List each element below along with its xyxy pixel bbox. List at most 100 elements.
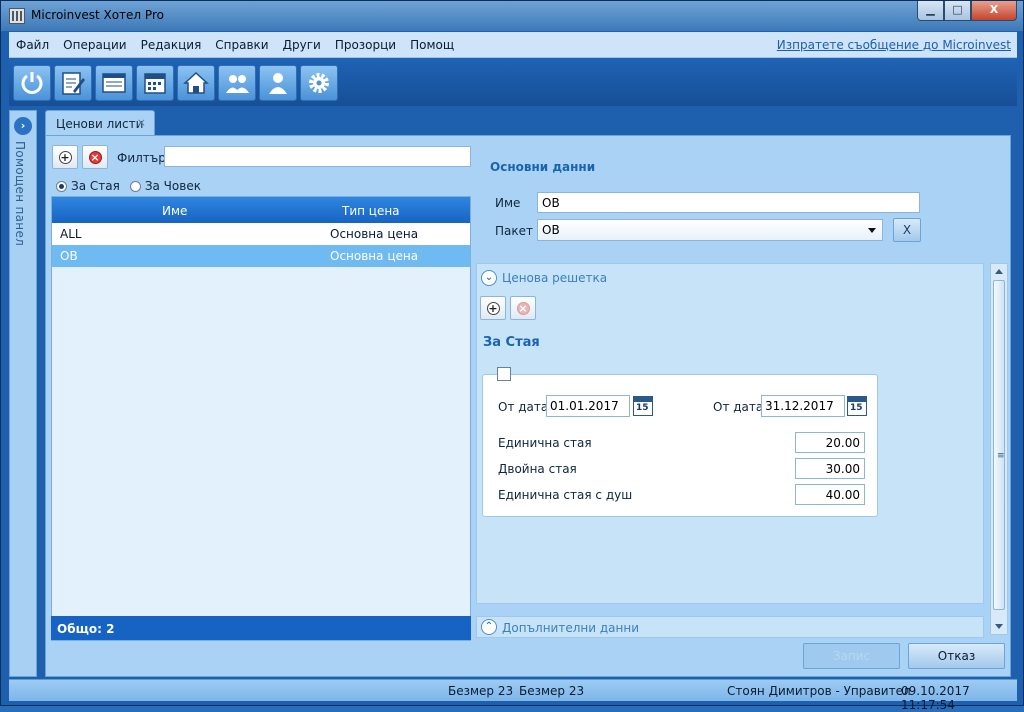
cancel-button[interactable]: Отказ	[908, 643, 1005, 669]
column-header-type[interactable]: Тип цена	[342, 204, 400, 218]
package-select[interactable]: OB	[537, 219, 883, 241]
radio-per-person[interactable]	[129, 180, 141, 192]
status-location-1: Безмер 23	[448, 684, 514, 698]
price-grid-expander: ⌄ Ценова решетка + × За Стая От дата 01.…	[476, 263, 984, 604]
tab-label: Ценови листи	[56, 117, 144, 131]
delete-icon: ×	[88, 150, 102, 164]
help-panel-label: Помощен панел	[13, 141, 27, 247]
toolbar-edit-button[interactable]	[54, 65, 92, 101]
single-shower-room-label: Единична стая с душ	[498, 488, 633, 502]
to-date-input[interactable]: 31.12.2017	[761, 395, 845, 417]
calendar-icon	[144, 73, 166, 94]
column-header-name[interactable]: Име	[162, 204, 187, 218]
status-bar: Безмер 23 Безмер 23 Стоян Димитров - Упр…	[9, 679, 1017, 712]
calendar-icon[interactable]: 15	[633, 396, 653, 416]
section-title-main-data: Основни данни	[490, 160, 596, 174]
menu-bar: Файл Операции Редакция Справки Други Про…	[9, 32, 1017, 58]
delete-icon: ×	[516, 301, 530, 315]
status-user: Стоян Димитров - Управител	[727, 684, 911, 698]
per-room-title: За Стая	[483, 335, 540, 350]
radio-per-room-label: За Стая	[71, 179, 120, 193]
save-button[interactable]: Запис	[803, 643, 900, 669]
minimize-button[interactable]: ▁	[917, 1, 944, 21]
delete-period-button[interactable]: ×	[510, 296, 536, 320]
grip-icon: ≡	[997, 451, 1005, 461]
report-icon	[102, 73, 126, 93]
maximize-button[interactable]: □	[944, 1, 971, 21]
single-room-label: Единична стая	[498, 436, 592, 450]
delete-price-list-button[interactable]: ×	[82, 145, 108, 169]
tab-close-icon[interactable]: ⨯	[137, 116, 146, 129]
to-date-label: От дата	[713, 400, 764, 414]
chevron-down-icon	[868, 228, 876, 233]
toolbar-exit-button[interactable]	[13, 65, 51, 101]
calendar-icon[interactable]: 15	[847, 396, 867, 416]
tab-price-lists[interactable]: Ценови листи ⨯	[45, 110, 155, 136]
scroll-down-arrow-icon[interactable]	[995, 624, 1003, 629]
filter-input[interactable]	[164, 146, 471, 167]
home-icon	[183, 71, 209, 94]
status-datetime: 09.10.2017 11:17:54	[901, 684, 970, 712]
row-type-cell: Основна цена	[330, 227, 419, 241]
plus-icon: +	[58, 150, 72, 164]
additional-data-label[interactable]: Допълнителни данни	[502, 621, 639, 635]
toolbar-user-button[interactable]	[259, 65, 297, 101]
scroll-up-arrow-icon[interactable]	[995, 269, 1003, 274]
from-date-input[interactable]: 01.01.2017	[546, 395, 630, 417]
filter-label: Филтър	[117, 151, 166, 165]
details-scrollbar[interactable]: ≡	[990, 263, 1008, 635]
window-controls: ▁ □ X	[917, 1, 1017, 21]
clear-package-button[interactable]: X	[893, 218, 921, 242]
single-shower-room-price-input[interactable]: 40.00	[795, 484, 865, 505]
package-label: Пакет	[495, 224, 533, 238]
toolbar-settings-button[interactable]	[300, 65, 338, 101]
price-grid-label[interactable]: Ценова решетка	[502, 271, 607, 285]
user-icon	[269, 73, 287, 94]
add-price-list-button[interactable]: +	[52, 145, 78, 169]
scroll-thumb[interactable]: ≡	[993, 280, 1005, 610]
from-date-label: От дата	[498, 400, 549, 414]
period-checkbox[interactable]	[497, 367, 511, 381]
additional-data-expander[interactable]: ⌃ Допълнителни данни	[476, 616, 984, 638]
add-period-button[interactable]: +	[480, 296, 506, 320]
menu-help[interactable]: Помощ	[403, 38, 461, 52]
name-input[interactable]	[537, 192, 920, 213]
double-room-price-input[interactable]: 30.00	[795, 458, 865, 479]
expand-panel-icon[interactable]: ›	[14, 117, 32, 135]
price-list-table: Име Тип цена ALL Основна цена OB Основна…	[51, 196, 471, 641]
menu-operations[interactable]: Операции	[56, 38, 133, 52]
menu-file[interactable]: Файл	[9, 38, 56, 52]
price-lists-view: + × Филтър За Стая За Човек Име Тип цена	[45, 135, 1011, 677]
table-row[interactable]: ALL Основна цена	[52, 223, 470, 245]
menu-windows[interactable]: Прозорци	[328, 38, 403, 52]
toolbar-report-button[interactable]	[95, 65, 133, 101]
menu-other[interactable]: Други	[276, 38, 328, 52]
radio-per-person-label: За Човек	[144, 179, 201, 193]
send-message-link[interactable]: Изпратете съобщение до Microinvest	[777, 38, 1011, 52]
settings-gear-icon	[309, 73, 329, 93]
help-side-panel[interactable]: › Помощен панел	[9, 110, 37, 677]
edit-document-icon	[62, 72, 85, 95]
price-period-panel: От дата 01.01.2017 15 От дата 31.12.2017…	[482, 367, 878, 517]
single-room-price-input[interactable]: 20.00	[795, 432, 865, 453]
toolbar-guests-button[interactable]	[218, 65, 256, 101]
name-label: Име	[495, 196, 521, 210]
table-row-selected[interactable]: OB Основна цена	[52, 245, 470, 267]
menu-reports[interactable]: Справки	[208, 38, 275, 52]
toolbar-calendar-button[interactable]	[136, 65, 174, 101]
title-bar: Microinvest Хотел Pro ▁ □ X	[1, 1, 1023, 31]
row-name-cell: OB	[60, 249, 78, 263]
menu-edit[interactable]: Редакция	[134, 38, 209, 52]
close-window-button[interactable]: X	[971, 1, 1017, 21]
app-window: Microinvest Хотел Pro ▁ □ X Файл Операци…	[0, 0, 1024, 712]
radio-per-room[interactable]	[56, 180, 67, 192]
expand-chevron-icon[interactable]: ⌃	[481, 619, 497, 635]
power-icon	[21, 72, 43, 94]
row-name-cell: ALL	[60, 227, 82, 241]
toolbar-home-button[interactable]	[177, 65, 215, 101]
plus-icon: +	[486, 301, 500, 315]
app-icon	[9, 8, 25, 24]
collapse-chevron-icon[interactable]: ⌄	[481, 270, 497, 286]
price-mode-radio-group: За Стая За Човек	[56, 179, 201, 193]
table-header: Име Тип цена	[52, 197, 470, 223]
